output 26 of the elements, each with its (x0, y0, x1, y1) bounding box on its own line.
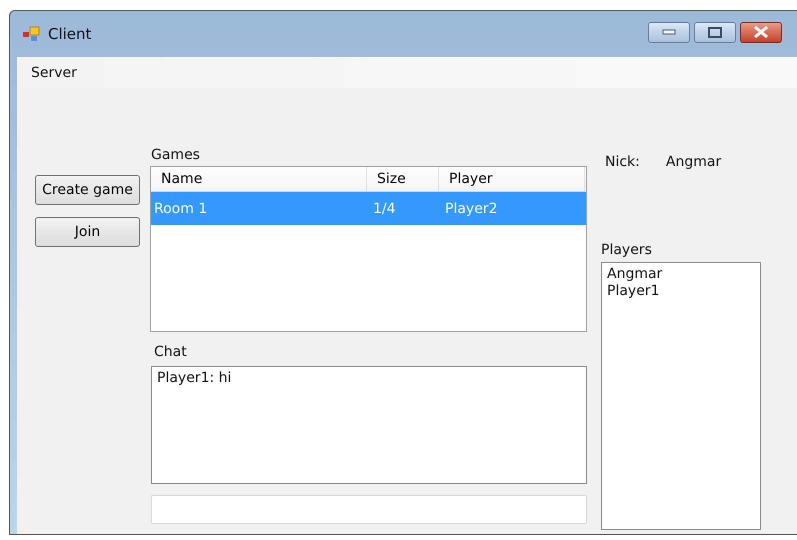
column-header[interactable]: Player (439, 167, 585, 191)
player-item[interactable]: Angmar (607, 266, 755, 283)
maximize-icon (708, 26, 722, 38)
form-button[interactable]: Create game (35, 175, 140, 205)
column-header[interactable]: Name (151, 167, 367, 191)
chat-label: Chat (153, 344, 188, 362)
table-cell-text: 1/4 (372, 200, 397, 216)
minimize-icon (662, 29, 676, 35)
nick-label: Nick: (605, 154, 640, 172)
nick-value: Angmar (666, 154, 722, 172)
minimize-button[interactable] (648, 22, 690, 42)
message-field[interactable] (151, 495, 587, 524)
menu-item[interactable]: Server (31, 64, 77, 80)
form-button[interactable]: Join (35, 217, 140, 247)
table-cell-text: Room 1 (153, 200, 208, 216)
chat-message: Player1: hi (157, 370, 232, 387)
table-cell-text: Player2 (444, 200, 498, 216)
games-label: Games (150, 147, 201, 165)
close-button[interactable] (740, 22, 782, 42)
players-label: Players (601, 242, 653, 260)
player-item[interactable]: Player1 (607, 283, 755, 300)
column-header[interactable]: Size (367, 167, 439, 191)
app-icon (23, 26, 41, 42)
maximize-button[interactable] (694, 22, 736, 42)
close-icon (753, 26, 769, 38)
window-title: Client (48, 25, 92, 43)
